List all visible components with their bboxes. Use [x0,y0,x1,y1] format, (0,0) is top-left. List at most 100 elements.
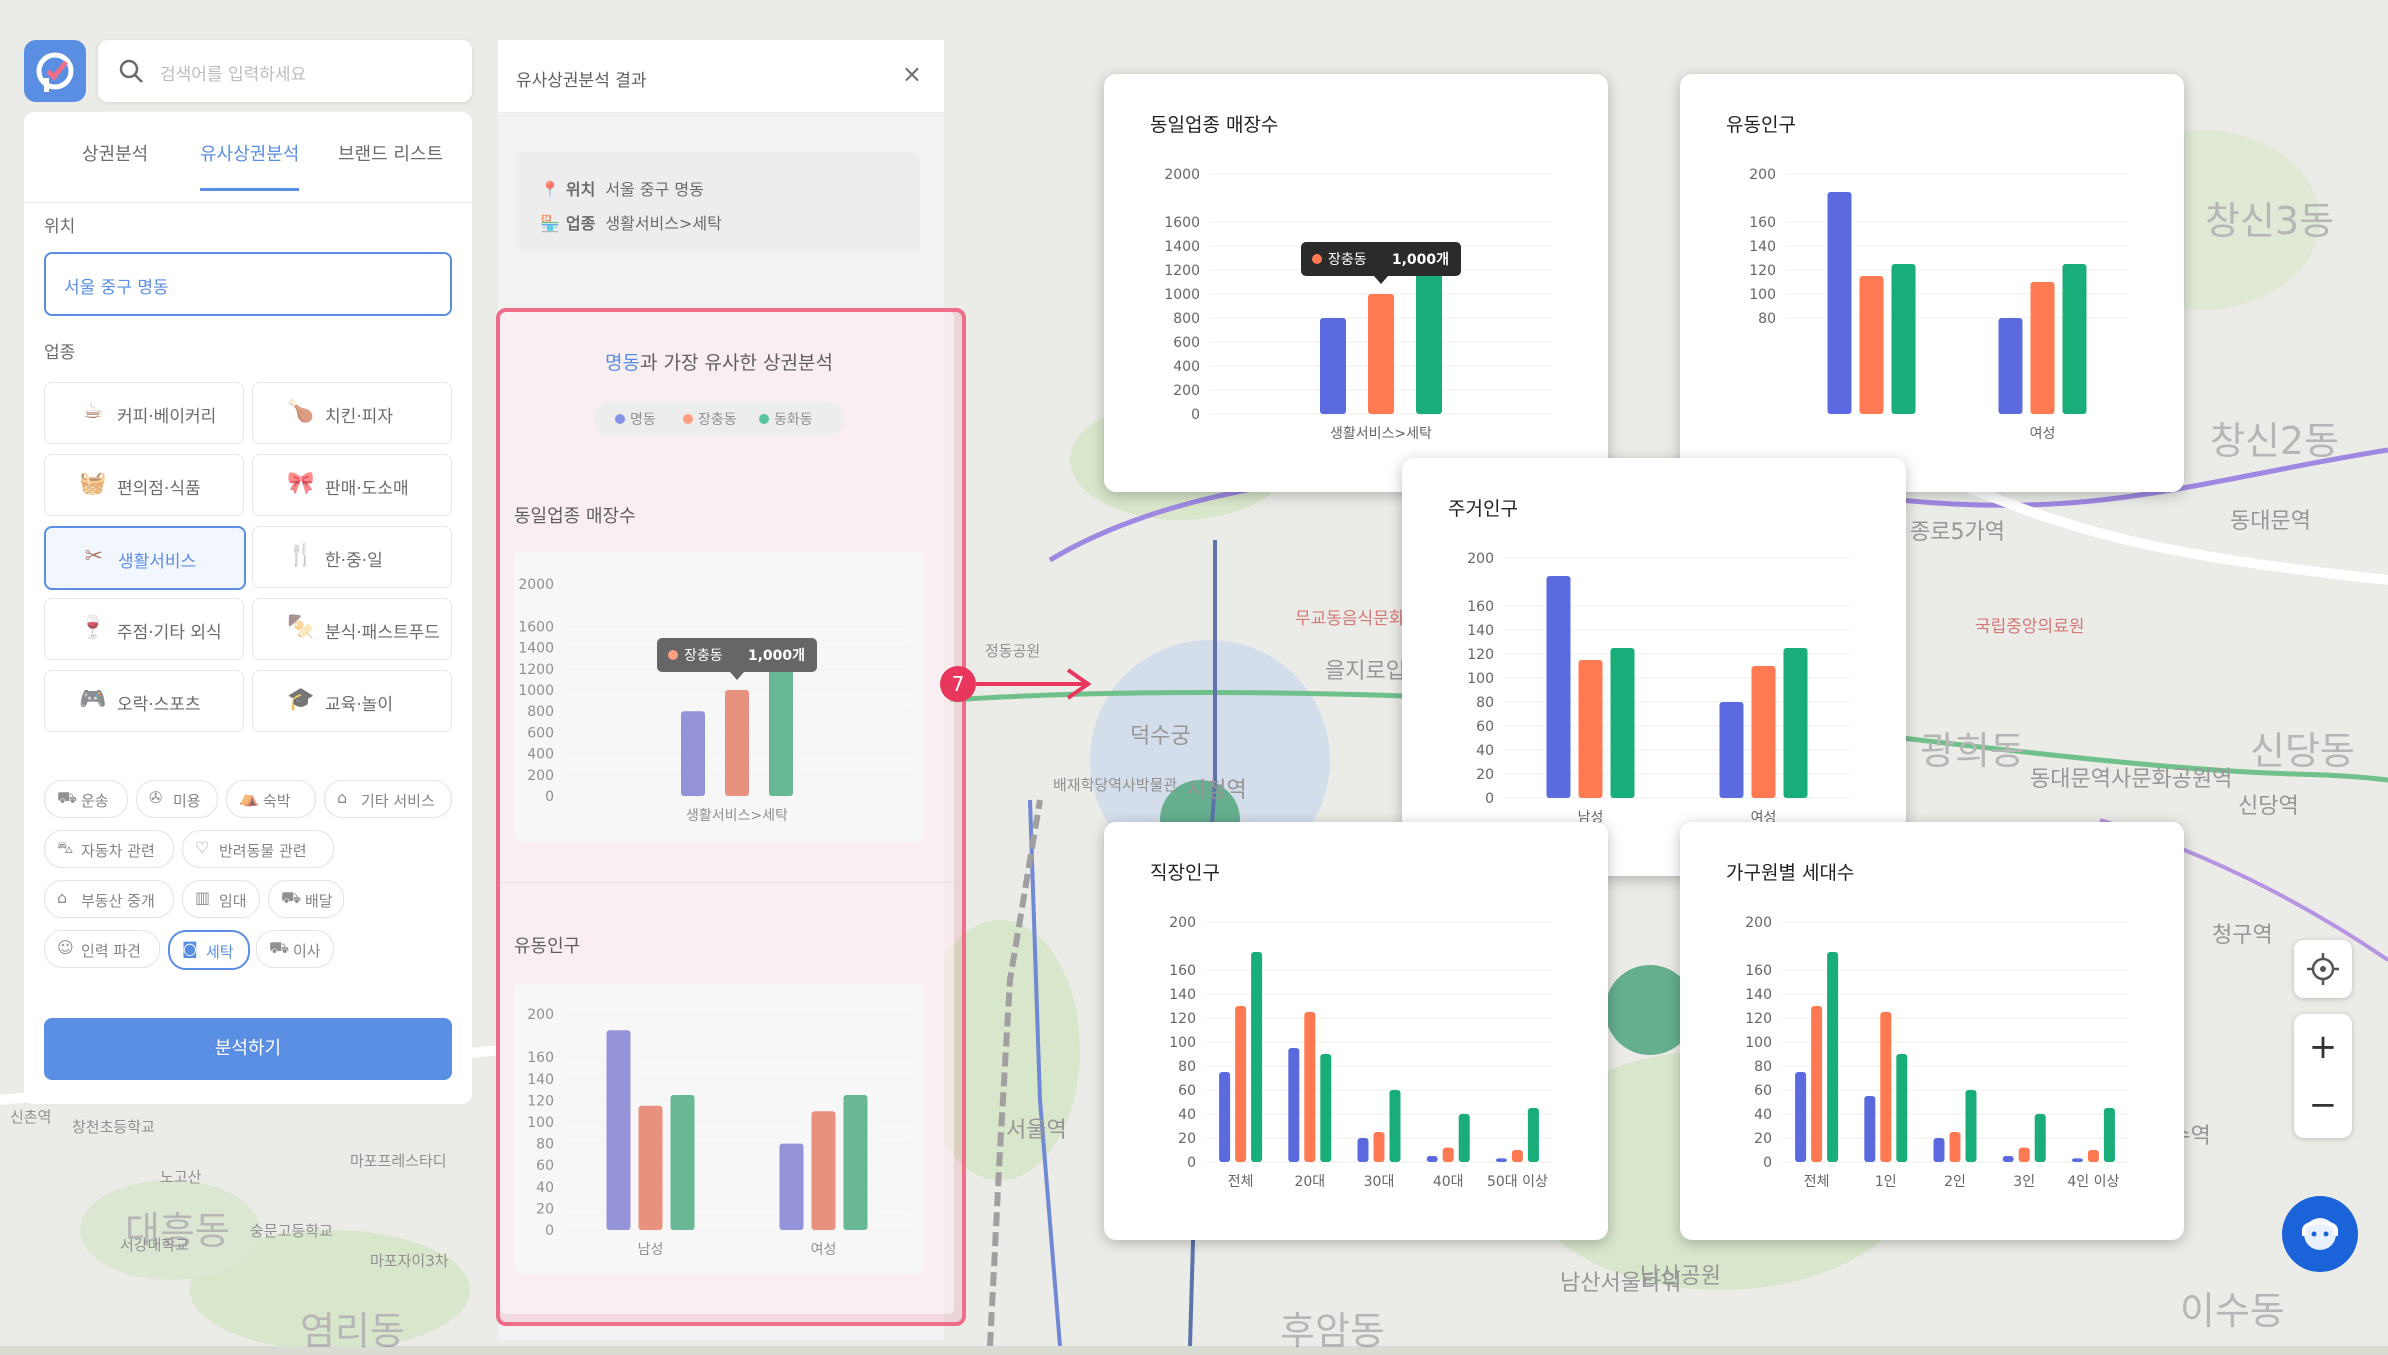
bar-명동[interactable] [1219,1072,1231,1162]
bar-장충동[interactable] [1949,1132,1961,1162]
bar-장충동[interactable] [1235,1006,1247,1162]
bar-명동[interactable] [2071,1158,2083,1162]
bar-장충동[interactable] [2018,1147,2030,1162]
bar-장충동[interactable] [1751,666,1776,798]
search-input[interactable]: 검색어를 입력하세요 [98,40,472,102]
chip-3[interactable]: ⛺ 숙박 [226,780,316,818]
bar-동화동[interactable] [2103,1108,2115,1162]
tab-brand-list[interactable]: 브랜드 리스트 [338,140,443,188]
bar-동화동[interactable] [1527,1108,1539,1162]
chip-6[interactable]: ♡ 반려동물 관련 [182,830,334,868]
category-button-4[interactable]: 🎀 판매·도소매 [252,454,452,516]
bar-명동[interactable] [1288,1048,1300,1162]
bar-동화동[interactable] [1965,1090,1977,1162]
category-button-6[interactable]: 🍴 한·중·일 [252,526,452,588]
category-button-2[interactable]: 🍗 치킨·피자 [252,382,452,444]
category-button-9[interactable]: 🎮 오락·스포츠 [44,670,244,732]
chip-5[interactable]: ⛍ 자동차 관련 [44,830,174,868]
category-button-3[interactable]: 🧺 편의점·식품 [44,454,244,516]
chip-12[interactable]: ⛟ 이사 [256,930,334,968]
bar-명동[interactable] [2002,1156,2014,1162]
category-button-5[interactable]: ✂ 생활서비스 [44,526,246,590]
y-tick-label: 800 [1173,311,1200,327]
bar-장충동[interactable] [2087,1150,2099,1162]
bar-동화동[interactable] [769,658,793,796]
chip-9[interactable]: ⛟ 배달 [268,880,344,918]
bar-명동[interactable] [1320,318,1346,414]
y-tick-label: 20 [1178,1131,1196,1147]
location-field[interactable]: 서울 중구 명동 [44,252,452,316]
chip-7[interactable]: ⌂ 부동산 중개 [44,880,174,918]
y-tick-label: 600 [1173,335,1200,351]
bar-명동[interactable] [606,1030,631,1230]
bar-동화동[interactable] [1891,264,1916,414]
bar-명동[interactable] [1546,576,1571,798]
bar-명동[interactable] [1426,1156,1438,1162]
bar-명동[interactable] [1357,1138,1369,1162]
bar-명동[interactable] [1719,702,1744,798]
bar-명동[interactable] [1795,1072,1807,1162]
analyze-button[interactable]: 분석하기 [44,1018,452,1080]
bar-동화동[interactable] [1320,1054,1332,1162]
zoom-in-button[interactable]: + [2294,1018,2352,1076]
category-button-1[interactable]: ☕ 커피·베이커리 [44,382,244,444]
bar-장충동[interactable] [725,690,749,796]
category-label: 교육·놀이 [325,695,393,715]
help-chat-button[interactable] [2282,1196,2358,1272]
bar-장충동[interactable] [1304,1012,1316,1162]
category-button-10[interactable]: 🎓 교육·놀이 [252,670,452,732]
bar-동화동[interactable] [843,1095,868,1230]
bar-명동[interactable] [1933,1138,1945,1162]
bar-동화동[interactable] [2034,1114,2046,1162]
chip-2[interactable]: ✇ 미용 [136,780,218,818]
bar-동화동[interactable] [2062,264,2087,414]
map-label: 신촌역 [10,1108,52,1126]
close-icon[interactable]: × [902,60,922,88]
my-location-button[interactable] [2294,940,2352,998]
bar-동화동[interactable] [1827,952,1839,1162]
bar-명동[interactable] [779,1143,804,1230]
y-tick-label: 60 [1178,1083,1196,1099]
bar-동화동[interactable] [1458,1114,1470,1162]
bar-명동[interactable] [1827,192,1852,414]
bar-동화동[interactable] [1389,1090,1401,1162]
bar-동화동[interactable] [1610,648,1635,798]
bar-동화동[interactable] [670,1095,695,1230]
chip-label: 반려동물 관련 [219,842,307,860]
bar-장충동[interactable] [1859,276,1884,414]
app-logo[interactable] [24,40,86,102]
bar-동화동[interactable] [1251,952,1263,1162]
location-value: 서울 중구 명동 [64,278,169,298]
bar-동화동[interactable] [1896,1054,1908,1162]
bar-동화동[interactable] [1783,648,1808,798]
y-tick-label: 120 [1467,647,1494,663]
house-icon: ⌂ [57,888,68,907]
bar-장충동[interactable] [638,1105,663,1230]
zoom-out-button[interactable]: − [2294,1076,2352,1134]
section-floating: 유동인구 [514,936,581,957]
category-button-7[interactable]: 🍷 주점·기타 외식 [44,598,244,660]
bar-장충동[interactable] [1578,660,1603,798]
bar-장충동[interactable] [811,1111,836,1230]
chip-8[interactable]: ▥ 임대 [182,880,260,918]
bar-장충동[interactable] [1811,1006,1823,1162]
bar-명동[interactable] [681,711,705,796]
bar-명동[interactable] [1998,318,2023,414]
chip-4[interactable]: ⌂ 기타 서비스 [324,780,452,818]
legend-label: 명동 [630,412,656,428]
bar-장충동[interactable] [1511,1150,1523,1162]
bar-장충동[interactable] [1368,294,1394,414]
bar-장충동[interactable] [1373,1132,1385,1162]
tab-market-analysis[interactable]: 상권분석 [82,140,148,188]
bar-장충동[interactable] [2030,282,2055,414]
tab-similar-market[interactable]: 유사상권분석 [200,140,300,191]
category-button-8[interactable]: 🍢 분식·패스트푸드 [252,598,452,660]
chip-11[interactable]: ◙ 세탁 [168,930,250,970]
bar-장충동[interactable] [1880,1012,1892,1162]
bar-명동[interactable] [1864,1096,1876,1162]
bar-동화동[interactable] [1416,258,1442,414]
bar-장충동[interactable] [1442,1147,1454,1162]
chip-1[interactable]: ⛟ 운송 [44,780,128,818]
chip-10[interactable]: ☺ 인력 파견 [44,930,160,968]
bar-명동[interactable] [1495,1158,1507,1162]
